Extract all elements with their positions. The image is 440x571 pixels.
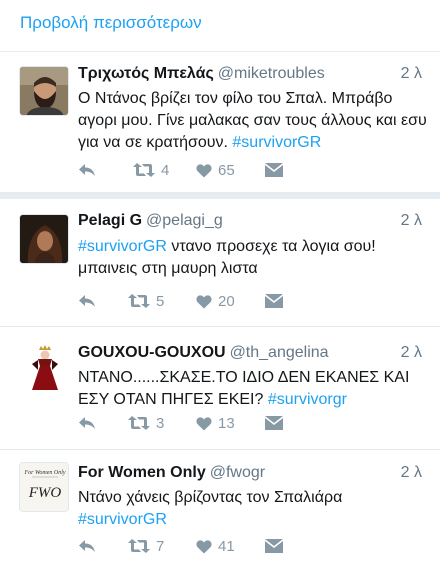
direct-message-button[interactable] [265, 536, 283, 556]
retweet-count: 4 [161, 161, 170, 179]
avatar-logo-main: FWO [28, 485, 62, 501]
tweet-text: #survivorGR ντανο προσεχε τα λογια σου! … [78, 236, 428, 280]
reply-button[interactable] [78, 413, 96, 433]
hashtag-link[interactable]: #survivorGR [78, 238, 167, 255]
show-more-bar: Προβολή περισσότερων [0, 0, 440, 52]
queen-figure-avatar-icon [20, 342, 68, 390]
fwo-logo-avatar-icon: For Women Only FWO [20, 463, 68, 511]
author-name[interactable]: Pelagi G [78, 212, 142, 229]
avatar[interactable] [19, 66, 69, 116]
direct-message-button[interactable] [265, 413, 283, 433]
like-button[interactable]: 13 [196, 413, 235, 433]
tweet-text-part: Ντάνο χάνεις βρίζοντας τον Σπαλιάρα [78, 489, 343, 506]
avatar[interactable]: For Women Only FWO [19, 462, 69, 512]
envelope-icon [265, 416, 283, 430]
retweet-button[interactable]: 4 [133, 160, 169, 180]
direct-message-button[interactable] [265, 160, 283, 180]
tweet-3[interactable]: GOUXOU-GOUXOU @th_angelina 2 λ ΝΤΑΝΟ.....… [0, 327, 440, 449]
retweet-count: 7 [156, 537, 165, 555]
tweet-text-part: ΝΤΑΝΟ......ΣΚΑΣΕ.ΤΟ ΙΔΙΟ ΔΕΝ ΕΚΑΝΕΣ ΚΑΙ … [78, 369, 410, 408]
tweet-actions: 3 13 [78, 413, 418, 433]
like-button[interactable]: 65 [196, 160, 235, 180]
like-button[interactable]: 20 [196, 291, 235, 311]
section-divider [0, 192, 440, 199]
tweet-4[interactable]: For Women Only FWO For Women Only @fwogr … [0, 450, 440, 571]
hashtag-link[interactable]: #survivorGR [232, 134, 321, 151]
heart-icon [196, 416, 212, 430]
tweet-text: Ντάνο χάνεις βρίζοντας τον Σπαλιάρα #sur… [78, 487, 428, 531]
retweet-button[interactable]: 7 [128, 536, 164, 556]
author-name[interactable]: For Women Only [78, 464, 206, 481]
show-more-link[interactable]: Προβολή περισσότερων [20, 13, 202, 33]
direct-message-button[interactable] [265, 291, 283, 311]
woman-portrait-avatar-icon [20, 215, 68, 263]
like-button[interactable]: 41 [196, 536, 235, 556]
retweet-count: 5 [156, 292, 165, 310]
like-count: 41 [218, 537, 235, 555]
author-name[interactable]: Τριχωτός Μπελάς [78, 65, 214, 82]
reply-button[interactable] [78, 291, 96, 311]
tweet-time[interactable]: 2 λ [401, 65, 422, 83]
like-count: 13 [218, 414, 235, 432]
tweet-1[interactable]: Τριχωτός Μπελάς @miketroubles 2 λ Ο Ντάνο… [0, 52, 440, 192]
avatar[interactable] [19, 214, 69, 264]
hashtag-link[interactable]: #survivorGR [78, 511, 167, 528]
tweet-2[interactable]: Pelagi G @pelagi_g 2 λ #survivorGR ντανο … [0, 199, 440, 323]
heart-icon [196, 539, 212, 553]
tweet-text: Ο Ντάνος βρίζει τον φίλο του Σπαλ. Μπράβ… [78, 88, 428, 154]
reply-button[interactable] [78, 160, 96, 180]
envelope-icon [265, 294, 283, 308]
tweet-time[interactable]: 2 λ [401, 464, 422, 482]
reply-icon [79, 417, 95, 429]
retweet-button[interactable]: 3 [128, 413, 164, 433]
retweet-icon [133, 163, 155, 177]
author-handle[interactable]: @th_angelina [230, 344, 329, 361]
hashtag-link[interactable]: #survivorgr [268, 391, 347, 408]
tweet-text: ΝΤΑΝΟ......ΣΚΑΣΕ.ΤΟ ΙΔΙΟ ΔΕΝ ΕΚΑΝΕΣ ΚΑΙ … [78, 367, 428, 411]
retweet-button[interactable]: 5 [128, 291, 164, 311]
tweet-actions: 5 20 [78, 291, 418, 311]
reply-icon [79, 540, 95, 552]
reply-icon [79, 295, 95, 307]
author-handle[interactable]: @miketroubles [218, 65, 325, 82]
heart-icon [196, 294, 212, 308]
author-handle[interactable]: @pelagi_g [146, 212, 223, 229]
avatar[interactable] [19, 341, 69, 391]
like-count: 65 [218, 161, 235, 179]
tweet-time[interactable]: 2 λ [401, 344, 422, 362]
envelope-icon [265, 163, 283, 177]
like-count: 20 [218, 292, 235, 310]
bearded-man-avatar-icon [20, 67, 68, 115]
heart-icon [196, 163, 212, 177]
tweet-time[interactable]: 2 λ [401, 212, 422, 230]
retweet-count: 3 [156, 414, 165, 432]
tweet-actions: 4 65 [78, 160, 418, 180]
tweet-actions: 7 41 [78, 536, 418, 556]
retweet-icon [128, 539, 150, 553]
avatar-logo-top: For Women Only [23, 470, 65, 476]
retweet-icon [128, 294, 150, 308]
envelope-icon [265, 539, 283, 553]
author-name[interactable]: GOUXOU-GOUXOU [78, 344, 226, 361]
reply-icon [79, 164, 95, 176]
retweet-icon [128, 416, 150, 430]
reply-button[interactable] [78, 536, 96, 556]
author-handle[interactable]: @fwogr [210, 464, 265, 481]
